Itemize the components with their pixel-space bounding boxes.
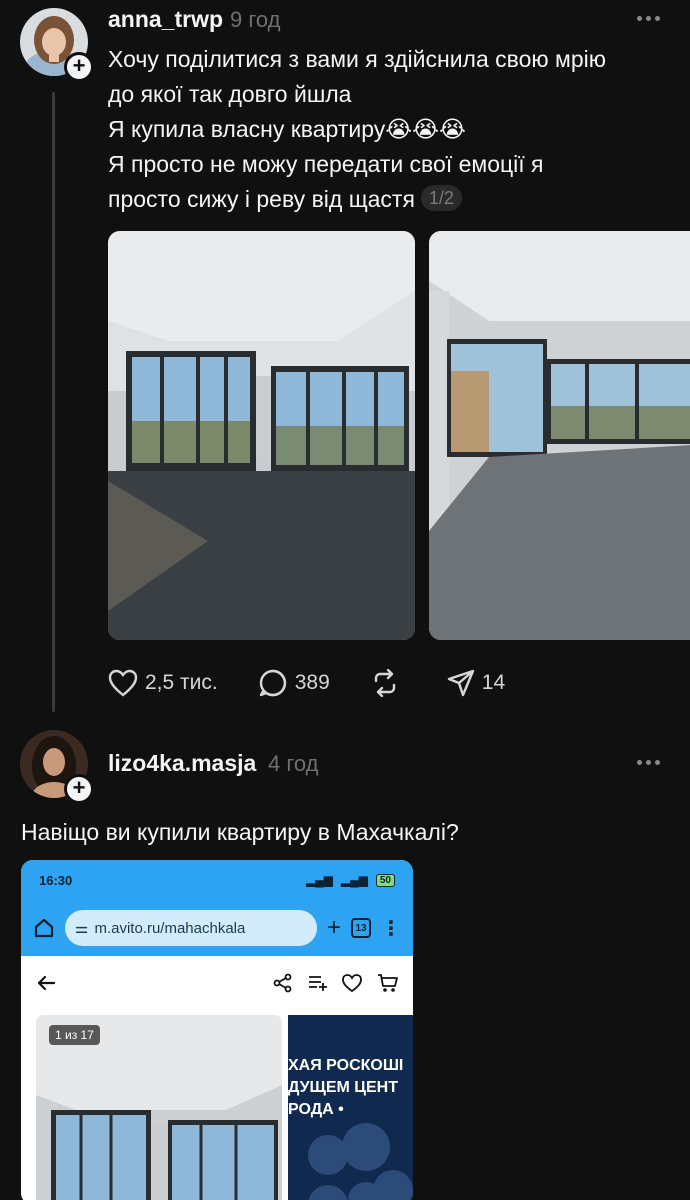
post-line: просто сижу і реву від щастя xyxy=(108,186,415,212)
apartment-photo-1[interactable] xyxy=(108,231,415,640)
post-time: 4 год xyxy=(268,751,319,776)
photo-counter-badge: 1 из 17 xyxy=(49,1025,100,1045)
clock: 16:30 xyxy=(39,872,73,888)
tab-count[interactable]: 13 xyxy=(351,918,371,938)
new-tab-plus-icon[interactable]: + xyxy=(327,914,341,942)
attached-screenshot[interactable]: 16:30 ▂▄▆ ▂▄▆ 50 ⚌ m.avito.ru/mahachkala… xyxy=(21,860,413,1200)
post-text: Хочу поділитися з вами я здійснила свою … xyxy=(108,42,678,217)
heart-icon xyxy=(108,669,138,697)
share-count: 14 xyxy=(481,671,506,694)
decor-circles xyxy=(308,1123,413,1200)
compare-icon[interactable] xyxy=(307,973,327,993)
listing-photo[interactable]: 1 из 17 xyxy=(36,1015,282,1200)
post-actions: 2,5 тис. 389 14 xyxy=(108,668,545,698)
menu-dots-icon[interactable]: ⋮ xyxy=(381,916,401,941)
post-line: Я просто не можу передати свої емоції я xyxy=(108,151,544,177)
thread-line xyxy=(52,92,55,712)
home-icon[interactable] xyxy=(33,917,55,939)
post-line-last: просто сижу і реву від щастя 1/2 xyxy=(108,182,678,217)
username[interactable]: anna_trwp xyxy=(108,6,223,33)
promo-line: ХАЯ РОСКОШІ xyxy=(288,1057,404,1074)
status-icons: ▂▄▆ ▂▄▆ 50 xyxy=(306,873,395,887)
post-text: Навіщо ви купили квартиру в Махачкалі? xyxy=(21,819,459,845)
post-time: 9 год xyxy=(230,7,281,32)
comment-button[interactable]: 389 xyxy=(258,668,330,698)
promo-banner[interactable]: ХАЯ РОСКОШІ ДУЩЕМ ЦЕНТ РОДА • xyxy=(288,1015,413,1200)
status-bar: 16:30 ▂▄▆ ▂▄▆ 50 xyxy=(21,860,413,900)
heart-icon[interactable] xyxy=(341,973,363,993)
url-field[interactable]: ⚌ m.avito.ru/mahachkala xyxy=(65,910,317,946)
post-line: Хочу поділитися з вами я здійснила свою … xyxy=(108,46,607,72)
promo-text: ХАЯ РОСКОШІ ДУЩЕМ ЦЕНТ РОДА • xyxy=(288,1055,403,1121)
signal-icon: ▂▄▆ xyxy=(340,873,368,887)
follow-plus-icon[interactable]: + xyxy=(64,774,94,804)
back-arrow-icon[interactable] xyxy=(35,972,57,994)
like-button[interactable]: 2,5 тис. xyxy=(108,669,218,697)
comment-count: 389 xyxy=(294,671,330,694)
page-nav xyxy=(21,956,413,1010)
username[interactable]: lizo4ka.masja xyxy=(108,750,256,777)
follow-plus-icon[interactable]: + xyxy=(64,52,94,82)
signal-icon: ▂▄▆ xyxy=(305,873,333,887)
battery-indicator: 50 xyxy=(375,873,395,887)
more-icon[interactable] xyxy=(637,16,660,21)
share-icon xyxy=(447,669,474,697)
post-line: до якої так довго йшла xyxy=(108,81,352,107)
listing-gallery: 1 из 17 ХАЯ РОСКОШІ ДУЩЕМ ЦЕНТ РОДА • xyxy=(21,1010,413,1200)
browser-bar: ⚌ m.avito.ru/mahachkala + 13 ⋮ xyxy=(21,900,413,956)
promo-line: ДУЩЕМ ЦЕНТ xyxy=(288,1079,398,1096)
share-button[interactable]: 14 xyxy=(447,669,505,697)
share-icon[interactable] xyxy=(273,973,293,993)
media-counter: 1/2 xyxy=(420,185,462,211)
comment-icon xyxy=(259,669,286,697)
url-text: m.avito.ru/mahachkala xyxy=(94,919,246,937)
repost-button[interactable] xyxy=(370,669,407,697)
site-settings-icon: ⚌ xyxy=(75,920,89,937)
cart-icon[interactable] xyxy=(377,972,399,994)
more-icon[interactable] xyxy=(637,760,660,765)
repost-icon xyxy=(374,669,395,697)
post-line: Я купила власну квартиру😭😭😭 xyxy=(108,116,466,142)
like-count: 2,5 тис. xyxy=(145,671,218,694)
apartment-photo-2[interactable] xyxy=(429,231,690,640)
